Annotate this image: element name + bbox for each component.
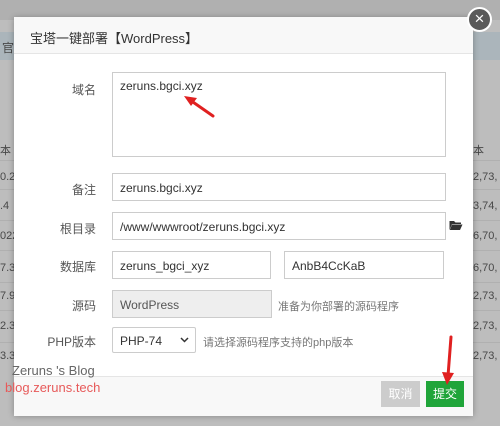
database-label: 数据库	[59, 260, 96, 274]
domain-textarea[interactable]: zeruns.bgci.xyz	[112, 72, 446, 157]
submit-button[interactable]: 提交	[426, 381, 464, 407]
db-name-text: zeruns_bgci_xyz	[120, 259, 210, 273]
php-hint: 请选择源码程序支持的php版本	[203, 337, 354, 349]
php-version-text: PHP-74	[120, 334, 163, 348]
root-path-input[interactable]: /www/wwwroot/zeruns.bgci.xyz	[112, 212, 446, 240]
dialog-title-bar: 宝塔一键部署【WordPress】	[14, 17, 473, 54]
db-password-input[interactable]: AnbB4CcKaB	[284, 251, 444, 279]
root-label: 根目录	[59, 222, 96, 236]
watermark-url: blog.zeruns.tech	[5, 380, 101, 395]
folder-open-icon[interactable]	[449, 220, 463, 231]
dialog-title: 宝塔一键部署【WordPress】	[30, 31, 199, 46]
cancel-button[interactable]: 取消	[381, 381, 420, 407]
deploy-dialog: 宝塔一键部署【WordPress】 域名 zeruns.bgci.xyz 备注 …	[14, 17, 473, 416]
php-label: PHP版本	[47, 335, 96, 349]
remark-text: zeruns.bgci.xyz	[120, 181, 203, 195]
close-icon: ×	[474, 9, 485, 28]
domain-label: 域名	[71, 83, 96, 97]
php-version-select[interactable]: PHP-74	[112, 327, 196, 353]
remark-label: 备注	[71, 183, 96, 197]
domain-text: zeruns.bgci.xyz	[120, 79, 203, 93]
source-hint: 准备为你部署的源码程序	[278, 301, 399, 313]
db-password-text: AnbB4CcKaB	[292, 259, 366, 273]
watermark-title: Zeruns 's Blog	[12, 363, 95, 378]
source-text: WordPress	[120, 298, 180, 312]
chevron-down-icon	[180, 337, 189, 343]
close-button[interactable]: ×	[467, 7, 492, 32]
remark-input[interactable]: zeruns.bgci.xyz	[112, 173, 446, 201]
source-label: 源码	[71, 299, 96, 313]
root-path-text: /www/wwwroot/zeruns.bgci.xyz	[120, 220, 286, 234]
source-input: WordPress	[112, 290, 272, 318]
db-name-input[interactable]: zeruns_bgci_xyz	[112, 251, 271, 279]
